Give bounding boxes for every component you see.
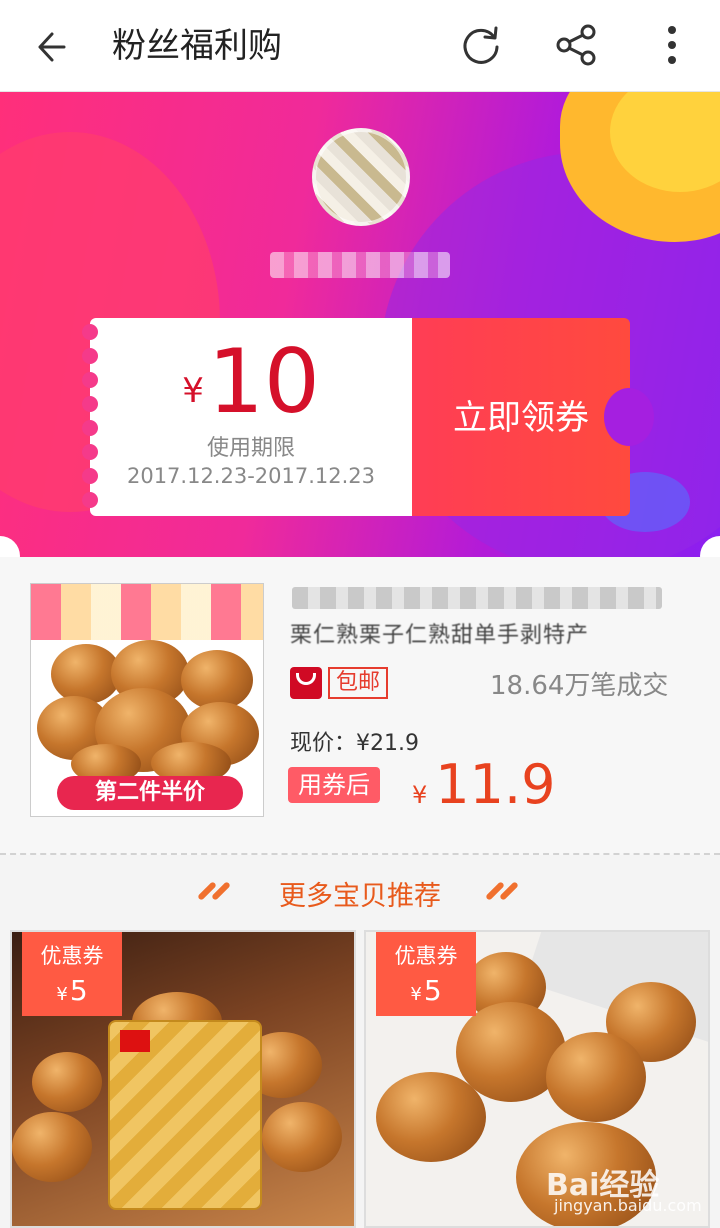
coupon-validity-dates: 2017.12.23-2017.12.23: [126, 464, 376, 488]
recommend-title: 更多宝贝推荐: [279, 881, 441, 912]
chestnut-image: [262, 1102, 342, 1172]
coupon-card: ¥10 使用期限 2017.12.23-2017.12.23 立即领券: [82, 318, 654, 516]
coupon-tag-label: 优惠券: [394, 944, 458, 968]
chestnut-image: [181, 650, 253, 710]
coupon-tag-amount: ¥5: [410, 974, 442, 1007]
refresh-icon[interactable]: [456, 20, 506, 70]
more-vertical-icon[interactable]: [652, 20, 692, 70]
share-icon[interactable]: [552, 20, 602, 70]
chestnut-image: [12, 1112, 92, 1182]
top-bar: 粉丝福利购: [0, 0, 720, 92]
coupon-edge-notch: [82, 492, 98, 508]
sales-count: 18.64万笔成交: [490, 671, 669, 701]
slash-decor-icon: [484, 881, 522, 902]
coupon-tag-amount: ¥5: [56, 974, 88, 1007]
product-image-banner-blurred: [31, 584, 263, 640]
shop-name-blurred: [270, 252, 450, 278]
free-shipping-badge: 包邮: [328, 667, 389, 699]
page-title: 粉丝福利购: [112, 26, 282, 66]
tmall-icon: [290, 667, 322, 699]
recommend-card[interactable]: 优惠券 ¥5: [10, 930, 356, 1228]
after-coupon-price: ¥11.9: [412, 753, 556, 816]
recommend-header: 更多宝贝推荐: [0, 870, 720, 916]
claim-coupon-button[interactable]: 立即领券: [412, 318, 654, 516]
coupon-value: 10: [207, 330, 320, 433]
shop-avatar[interactable]: [312, 128, 410, 226]
claim-coupon-label: 立即领券: [453, 398, 589, 438]
coupon-info: ¥10 使用期限 2017.12.23-2017.12.23: [82, 318, 412, 516]
product-title[interactable]: 栗仁熟栗子仁熟甜单手剥特产: [290, 617, 589, 649]
after-coupon-tag: 用券后: [288, 767, 380, 803]
product-title-blurred: [292, 587, 662, 609]
chestnut-bag-image: [108, 1020, 262, 1210]
current-price: 现价：¥21.9: [290, 731, 419, 756]
coupon-tag: 优惠券 ¥5: [376, 932, 476, 1016]
product-image-badge: 第二件半价: [57, 776, 243, 810]
app-root: 粉丝福利购 ¥10 使用期限 2017.12.23-2017.12.23 立即领…: [0, 0, 720, 1228]
dashed-divider: [0, 853, 720, 855]
product-section: 第二件半价 栗仁熟栗子仁熟甜单手剥特产 包邮 18.64万笔成交 现价：¥21.…: [0, 557, 720, 855]
coupon-amount: ¥10: [90, 334, 412, 430]
coupon-tag: 优惠券 ¥5: [22, 932, 122, 1016]
chestnut-image: [376, 1072, 486, 1162]
after-coupon-value: 11.9: [435, 753, 556, 816]
chestnut-image: [546, 1032, 646, 1122]
watermark-url: jingyan.baidu.com: [554, 1196, 702, 1215]
coupon-tag-label: 优惠券: [40, 944, 104, 968]
hero-banner: ¥10 使用期限 2017.12.23-2017.12.23 立即领券: [0, 92, 720, 557]
chestnut-image: [32, 1052, 102, 1112]
coupon-validity-label: 使用期限: [206, 436, 295, 461]
coupon-currency: ¥: [182, 371, 204, 411]
after-coupon-currency: ¥: [412, 781, 428, 809]
back-arrow-icon[interactable]: [30, 22, 80, 72]
product-image[interactable]: 第二件半价: [30, 583, 264, 817]
